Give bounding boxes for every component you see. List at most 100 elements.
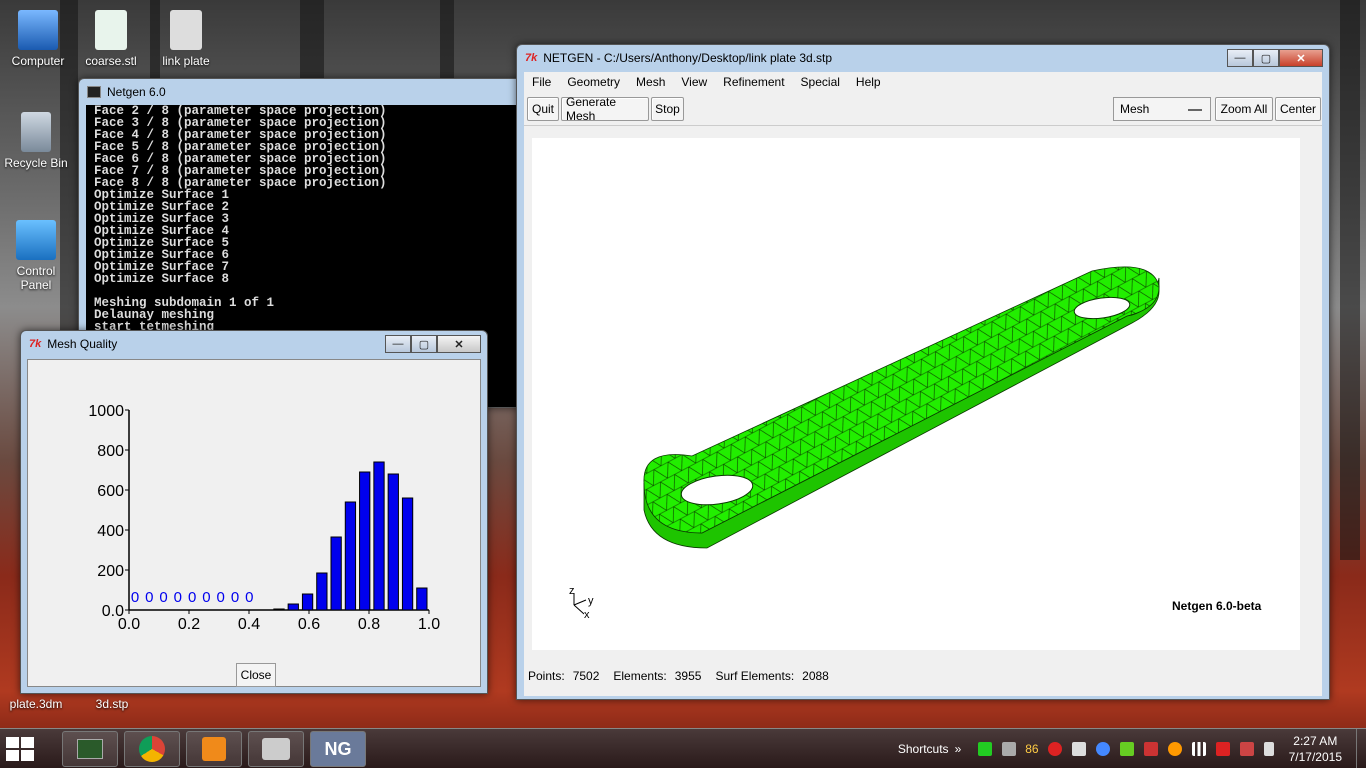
y-tick-label: 1000 xyxy=(88,403,124,420)
minimize-button[interactable]: — xyxy=(1227,49,1253,67)
mesh-quality-title: Mesh Quality xyxy=(47,337,118,351)
histogram-bar xyxy=(316,572,328,611)
clock-date: 7/17/2015 xyxy=(1288,750,1342,764)
zero-count-label: 0 xyxy=(174,589,182,606)
points-value: 7502 xyxy=(572,669,600,683)
menu-bar: File Geometry Mesh View Refinement Speci… xyxy=(524,72,1322,92)
menu-mesh[interactable]: Mesh xyxy=(628,75,673,89)
show-desktop-button[interactable] xyxy=(1356,729,1366,768)
drive-icon[interactable] xyxy=(1002,742,1017,756)
minimize-button[interactable]: — xyxy=(385,335,411,353)
desktop-icon-link-plate[interactable]: link plate xyxy=(150,10,222,68)
histogram-bar xyxy=(401,497,414,611)
x-tick-label: 0.8 xyxy=(358,616,380,633)
menu-special[interactable]: Special xyxy=(793,75,848,89)
menu-refinement[interactable]: Refinement xyxy=(715,75,792,89)
y-tick-label: 200 xyxy=(97,563,124,580)
close-button[interactable]: ✕ xyxy=(1279,49,1323,67)
histogram-bar xyxy=(373,461,385,611)
tk-icon: 7k xyxy=(525,52,538,64)
3d-viewport[interactable]: z y x Netgen 6.0-beta xyxy=(532,138,1300,650)
desktop-icon-3d-stp[interactable]: 3d.stp xyxy=(76,697,148,711)
histogram-bar xyxy=(344,501,357,611)
desktop-icon-coarse-stl[interactable]: coarse.stl xyxy=(75,10,147,68)
media-player-icon xyxy=(202,737,226,761)
surf-elements-label: Surf Elements: xyxy=(715,669,795,683)
zoom-all-button[interactable]: Zoom All xyxy=(1215,97,1273,121)
battery-icon[interactable] xyxy=(1263,742,1274,756)
zero-count-label: 0 xyxy=(188,589,196,606)
axis-y-label: y xyxy=(588,595,594,607)
histogram-bar xyxy=(287,603,299,611)
mesh-quality-titlebar[interactable]: 7k Mesh Quality — ▢ ✕ xyxy=(21,331,487,357)
ring-icon[interactable] xyxy=(1167,742,1182,756)
zero-count-label: 0 xyxy=(145,589,153,606)
center-button[interactable]: Center xyxy=(1275,97,1321,121)
netgen-titlebar[interactable]: 7k NETGEN - C:/Users/Anthony/Desktop/lin… xyxy=(517,45,1329,71)
desktop-icon-plate-3dm[interactable]: plate.3dm xyxy=(0,697,72,711)
mesh-quality-window[interactable]: 7k Mesh Quality — ▢ ✕ 0 0 0 0 0 0 0 0 0 0.0 200 400… xyxy=(20,330,488,694)
netgen-window[interactable]: 7k NETGEN - C:/Users/Anthony/Desktop/lin… xyxy=(516,44,1330,700)
menu-view[interactable]: View xyxy=(673,75,715,89)
netgen-title: NETGEN - C:/Users/Anthony/Desktop/link p… xyxy=(543,51,833,65)
tray-number[interactable]: 86 xyxy=(1025,742,1038,756)
tk-icon: 7k xyxy=(29,338,42,350)
menu-geometry[interactable]: Geometry xyxy=(559,75,628,89)
mesh-render: z y x Netgen 6.0-beta xyxy=(569,266,1262,621)
surf-elements-value: 2088 xyxy=(802,669,829,683)
rhino-icon xyxy=(262,738,290,760)
taskbar-console[interactable] xyxy=(62,731,118,767)
leaf-icon[interactable] xyxy=(1119,742,1134,756)
computer-icon xyxy=(18,10,58,50)
quality-histogram: 0 0 0 0 0 0 0 0 00.020040060080010000.0 0.2 0.4 0.6… xyxy=(88,403,440,633)
taskbar-netgen[interactable]: NG xyxy=(310,731,366,767)
x-tick-label: 0.6 xyxy=(298,616,320,633)
file-icon xyxy=(170,10,202,50)
y-tick-label: 600 xyxy=(97,483,124,500)
console-app-icon xyxy=(87,86,101,98)
start-button[interactable] xyxy=(6,737,34,761)
taskbar-rhino[interactable] xyxy=(248,731,304,767)
taskbar-chrome[interactable] xyxy=(124,731,180,767)
quit-button[interactable]: Quit xyxy=(527,97,559,121)
expand-chevron-icon[interactable]: » xyxy=(955,742,962,756)
toolbar: Quit Generate Mesh Stop Mesh Zoom All Ce… xyxy=(524,92,1322,126)
y-tick-label: 800 xyxy=(97,443,124,460)
axis-x-label: x xyxy=(584,609,590,621)
volume-muted-icon[interactable] xyxy=(1071,742,1086,756)
close-button[interactable]: ✕ xyxy=(437,335,481,353)
menu-file[interactable]: File xyxy=(524,75,559,89)
view-mode-select[interactable]: Mesh xyxy=(1113,97,1211,121)
generate-mesh-button[interactable]: Generate Mesh xyxy=(561,95,649,123)
desktop-icon-computer[interactable]: Computer xyxy=(2,10,74,68)
desktop-icon-recycle-bin[interactable]: Recycle Bin xyxy=(0,112,72,170)
antivirus-icon[interactable] xyxy=(1047,742,1062,756)
zero-count-label: 0 xyxy=(131,589,139,606)
taskbar-media-player[interactable] xyxy=(186,731,242,767)
chart-icon[interactable] xyxy=(1143,742,1158,756)
desktop-icon-control-panel[interactable]: Control Panel xyxy=(0,220,72,292)
x-tick-label: 1.0 xyxy=(418,616,440,633)
console-title: Netgen 6.0 xyxy=(107,85,166,99)
network-icon[interactable] xyxy=(1239,742,1254,756)
histogram-bar xyxy=(330,536,342,611)
clock[interactable]: 2:27 AM 7/17/2015 xyxy=(1289,733,1342,765)
menu-help[interactable]: Help xyxy=(848,75,889,89)
clock-time: 2:27 AM xyxy=(1293,734,1338,748)
file-icon xyxy=(95,10,127,50)
maximize-button[interactable]: ▢ xyxy=(411,335,437,353)
mesh-quality-body: 0 0 0 0 0 0 0 0 0 0.0 200 400 600 800 1000 0.0 0.2 0.4 0.6… xyxy=(27,359,481,687)
green-status-icon[interactable] xyxy=(978,742,993,756)
histogram-bar xyxy=(301,593,314,611)
close-dialog-button[interactable]: Close xyxy=(236,663,276,687)
histogram-bar xyxy=(359,471,371,611)
stop-button[interactable]: Stop xyxy=(651,97,684,121)
maximize-button[interactable]: ▢ xyxy=(1253,49,1279,67)
elements-label: Elements: xyxy=(613,669,667,683)
shield-icon[interactable] xyxy=(1215,742,1230,756)
histogram-bar xyxy=(387,473,399,611)
shortcuts-toolbar[interactable]: Shortcuts xyxy=(898,742,949,756)
console-titlebar[interactable]: Netgen 6.0 xyxy=(79,79,527,105)
signal-icon[interactable] xyxy=(1191,742,1206,756)
droplet-icon[interactable] xyxy=(1095,742,1110,756)
